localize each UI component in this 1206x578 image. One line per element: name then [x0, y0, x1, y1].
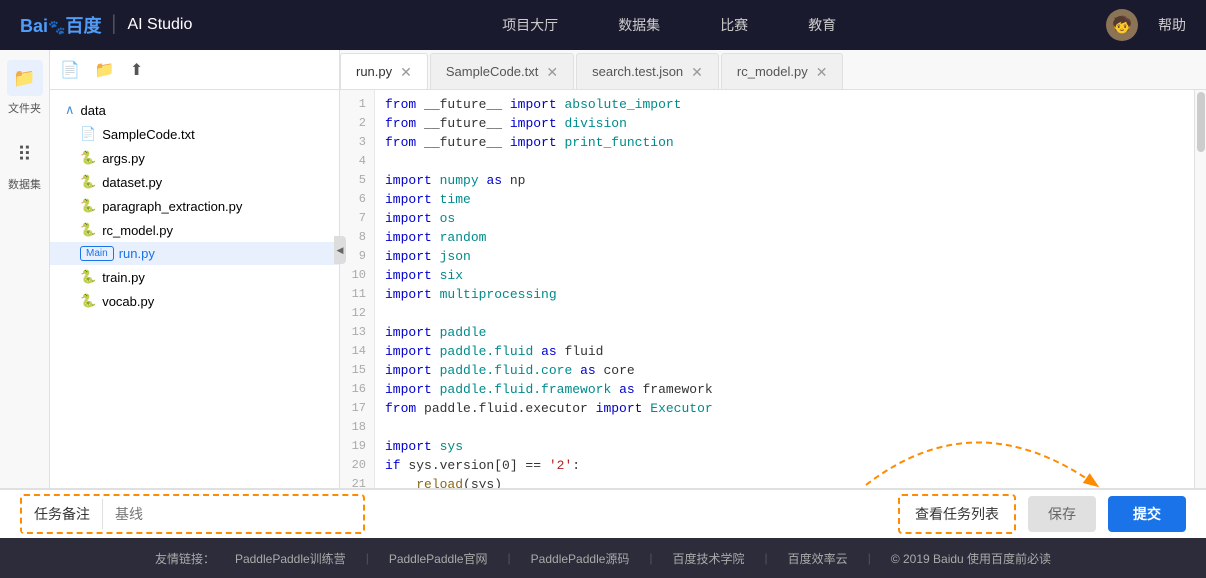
tab-search-test[interactable]: search.test.json ✕	[576, 53, 719, 89]
save-button[interactable]: 保存	[1028, 496, 1096, 532]
file-name: train.py	[102, 270, 145, 285]
file-py-icon: 🐍	[80, 198, 96, 214]
footer-link-baidu-cloud[interactable]: 百度效率云	[788, 550, 848, 567]
tab-close-icon[interactable]: ✕	[400, 65, 412, 79]
new-folder-icon[interactable]: 📁	[95, 60, 115, 80]
file-py-icon: 🐍	[80, 293, 96, 309]
task-input-group: 任务备注	[20, 494, 365, 534]
nav-item-education[interactable]: 教育	[808, 15, 836, 35]
nav-item-datasets[interactable]: 数据集	[618, 15, 660, 35]
file-name: SampleCode.txt	[102, 127, 195, 142]
view-tasks-button[interactable]: 查看任务列表	[898, 494, 1016, 534]
list-item[interactable]: 🐍 vocab.py	[50, 289, 339, 313]
line-numbers: 1234 5678 9101112 13141516 17181920 2122…	[340, 90, 375, 488]
editor-tabs: run.py ✕ SampleCode.txt ✕ search.test.js…	[340, 50, 1206, 90]
footer: 友情链接： PaddlePaddle训练营 | PaddlePaddle官网 |…	[0, 538, 1206, 578]
scrollbar-thumb[interactable]	[1197, 92, 1205, 152]
code-editor[interactable]: 1234 5678 9101112 13141516 17181920 2122…	[340, 90, 1206, 488]
collapse-panel-arrow[interactable]: ◀	[334, 236, 346, 264]
footer-prefix: 友情链接：	[155, 550, 215, 567]
file-name: vocab.py	[102, 294, 154, 309]
list-item[interactable]: 🐍 train.py	[50, 265, 339, 289]
editor-scrollbar[interactable]	[1194, 90, 1206, 488]
folder-data[interactable]: ∧ data	[50, 98, 339, 122]
list-item[interactable]: 📄 SampleCode.txt	[50, 122, 339, 146]
main-badge: Main	[80, 246, 114, 261]
sidebar-files-icon[interactable]: 📁	[7, 60, 43, 96]
file-doc-icon: 📄	[80, 126, 96, 142]
file-name: rc_model.py	[102, 223, 173, 238]
footer-divider: |	[649, 551, 652, 565]
avatar[interactable]: 🧒	[1106, 9, 1138, 41]
tab-samplecode[interactable]: SampleCode.txt ✕	[430, 53, 574, 89]
logo: Bai🐾百度 │ AI Studio	[20, 12, 192, 38]
file-tree: 📄 📁 ⬆ ∧ data 📄 SampleCode.txt 🐍 args.py …	[50, 50, 340, 488]
file-name: dataset.py	[102, 175, 162, 190]
footer-divider: |	[868, 551, 871, 565]
code-content[interactable]: from __future__ import absolute_import f…	[375, 90, 1194, 488]
file-name: args.py	[102, 151, 145, 166]
tab-rc-model[interactable]: rc_model.py ✕	[721, 53, 844, 89]
bottom-bar: 任务备注 查看任务列表 保存 提交	[0, 488, 1206, 538]
submit-button[interactable]: 提交	[1108, 496, 1186, 532]
header: Bai🐾百度 │ AI Studio 项目大厅 数据集 比赛 教育 🧒 帮助	[0, 0, 1206, 50]
footer-copyright: © 2019 Baidu 使用百度前必读	[891, 550, 1051, 567]
file-tree-toolbar: 📄 📁 ⬆	[50, 50, 339, 90]
tab-close-icon[interactable]: ✕	[546, 65, 558, 79]
tab-label: search.test.json	[592, 64, 683, 79]
sidebar-icons: 📁 文件夹 ⠿ 数据集	[0, 50, 50, 488]
footer-link-paddle-camp[interactable]: PaddlePaddle训练营	[235, 550, 346, 567]
logo-baidu: Bai🐾百度	[20, 12, 101, 38]
tab-label: rc_model.py	[737, 64, 808, 79]
footer-divider: |	[765, 551, 768, 565]
file-py-icon: 🐍	[80, 269, 96, 285]
main-container: 📁 文件夹 ⠿ 数据集 📄 📁 ⬆ ∧ data 📄 SampleCode.tx…	[0, 50, 1206, 488]
footer-link-paddle-source[interactable]: PaddlePaddle源码	[531, 550, 630, 567]
header-nav: 项目大厅 数据集 比赛 教育	[232, 15, 1106, 35]
tab-label: run.py	[356, 64, 392, 79]
footer-link-baidu-academy[interactable]: 百度技术学院	[673, 550, 745, 567]
logo-divider: │	[109, 16, 119, 34]
baseline-input[interactable]	[103, 498, 363, 530]
nav-item-projects[interactable]: 项目大厅	[502, 15, 558, 35]
help-link[interactable]: 帮助	[1158, 15, 1186, 35]
logo-studio: AI Studio	[127, 16, 192, 34]
nav-item-competition[interactable]: 比赛	[720, 15, 748, 35]
upload-icon[interactable]: ⬆	[130, 60, 143, 80]
file-name-active: run.py	[119, 246, 155, 261]
sidebar-datasets-icon[interactable]: ⠿	[7, 136, 43, 172]
tab-close-icon[interactable]: ✕	[816, 65, 828, 79]
footer-divider: |	[508, 551, 511, 565]
footer-divider: |	[366, 551, 369, 565]
editor-area: ◀ run.py ✕ SampleCode.txt ✕ search.test.…	[340, 50, 1206, 488]
sidebar-datasets-label: 数据集	[8, 176, 41, 192]
new-file-icon[interactable]: 📄	[60, 60, 80, 80]
list-item[interactable]: 🐍 rc_model.py	[50, 218, 339, 242]
file-py-icon: 🐍	[80, 150, 96, 166]
folder-name: data	[81, 103, 106, 118]
task-note-label: 任务备注	[22, 496, 102, 532]
file-name: paragraph_extraction.py	[102, 199, 242, 214]
list-item[interactable]: 🐍 paragraph_extraction.py	[50, 194, 339, 218]
tab-close-icon[interactable]: ✕	[691, 65, 703, 79]
tab-run-py[interactable]: run.py ✕	[340, 53, 428, 89]
folder-chevron-icon: ∧	[65, 102, 75, 118]
file-py-icon: 🐍	[80, 222, 96, 238]
file-tree-content: ∧ data 📄 SampleCode.txt 🐍 args.py 🐍 data…	[50, 90, 339, 488]
list-item[interactable]: 🐍 dataset.py	[50, 170, 339, 194]
list-item[interactable]: Main run.py	[50, 242, 339, 265]
file-py-icon: 🐍	[80, 174, 96, 190]
header-right: 🧒 帮助	[1106, 9, 1186, 41]
tab-label: SampleCode.txt	[446, 64, 539, 79]
footer-link-paddle-official[interactable]: PaddlePaddle官网	[389, 550, 488, 567]
sidebar-files-label: 文件夹	[8, 100, 41, 116]
list-item[interactable]: 🐍 args.py	[50, 146, 339, 170]
chevron-left-icon: ◀	[337, 245, 344, 256]
